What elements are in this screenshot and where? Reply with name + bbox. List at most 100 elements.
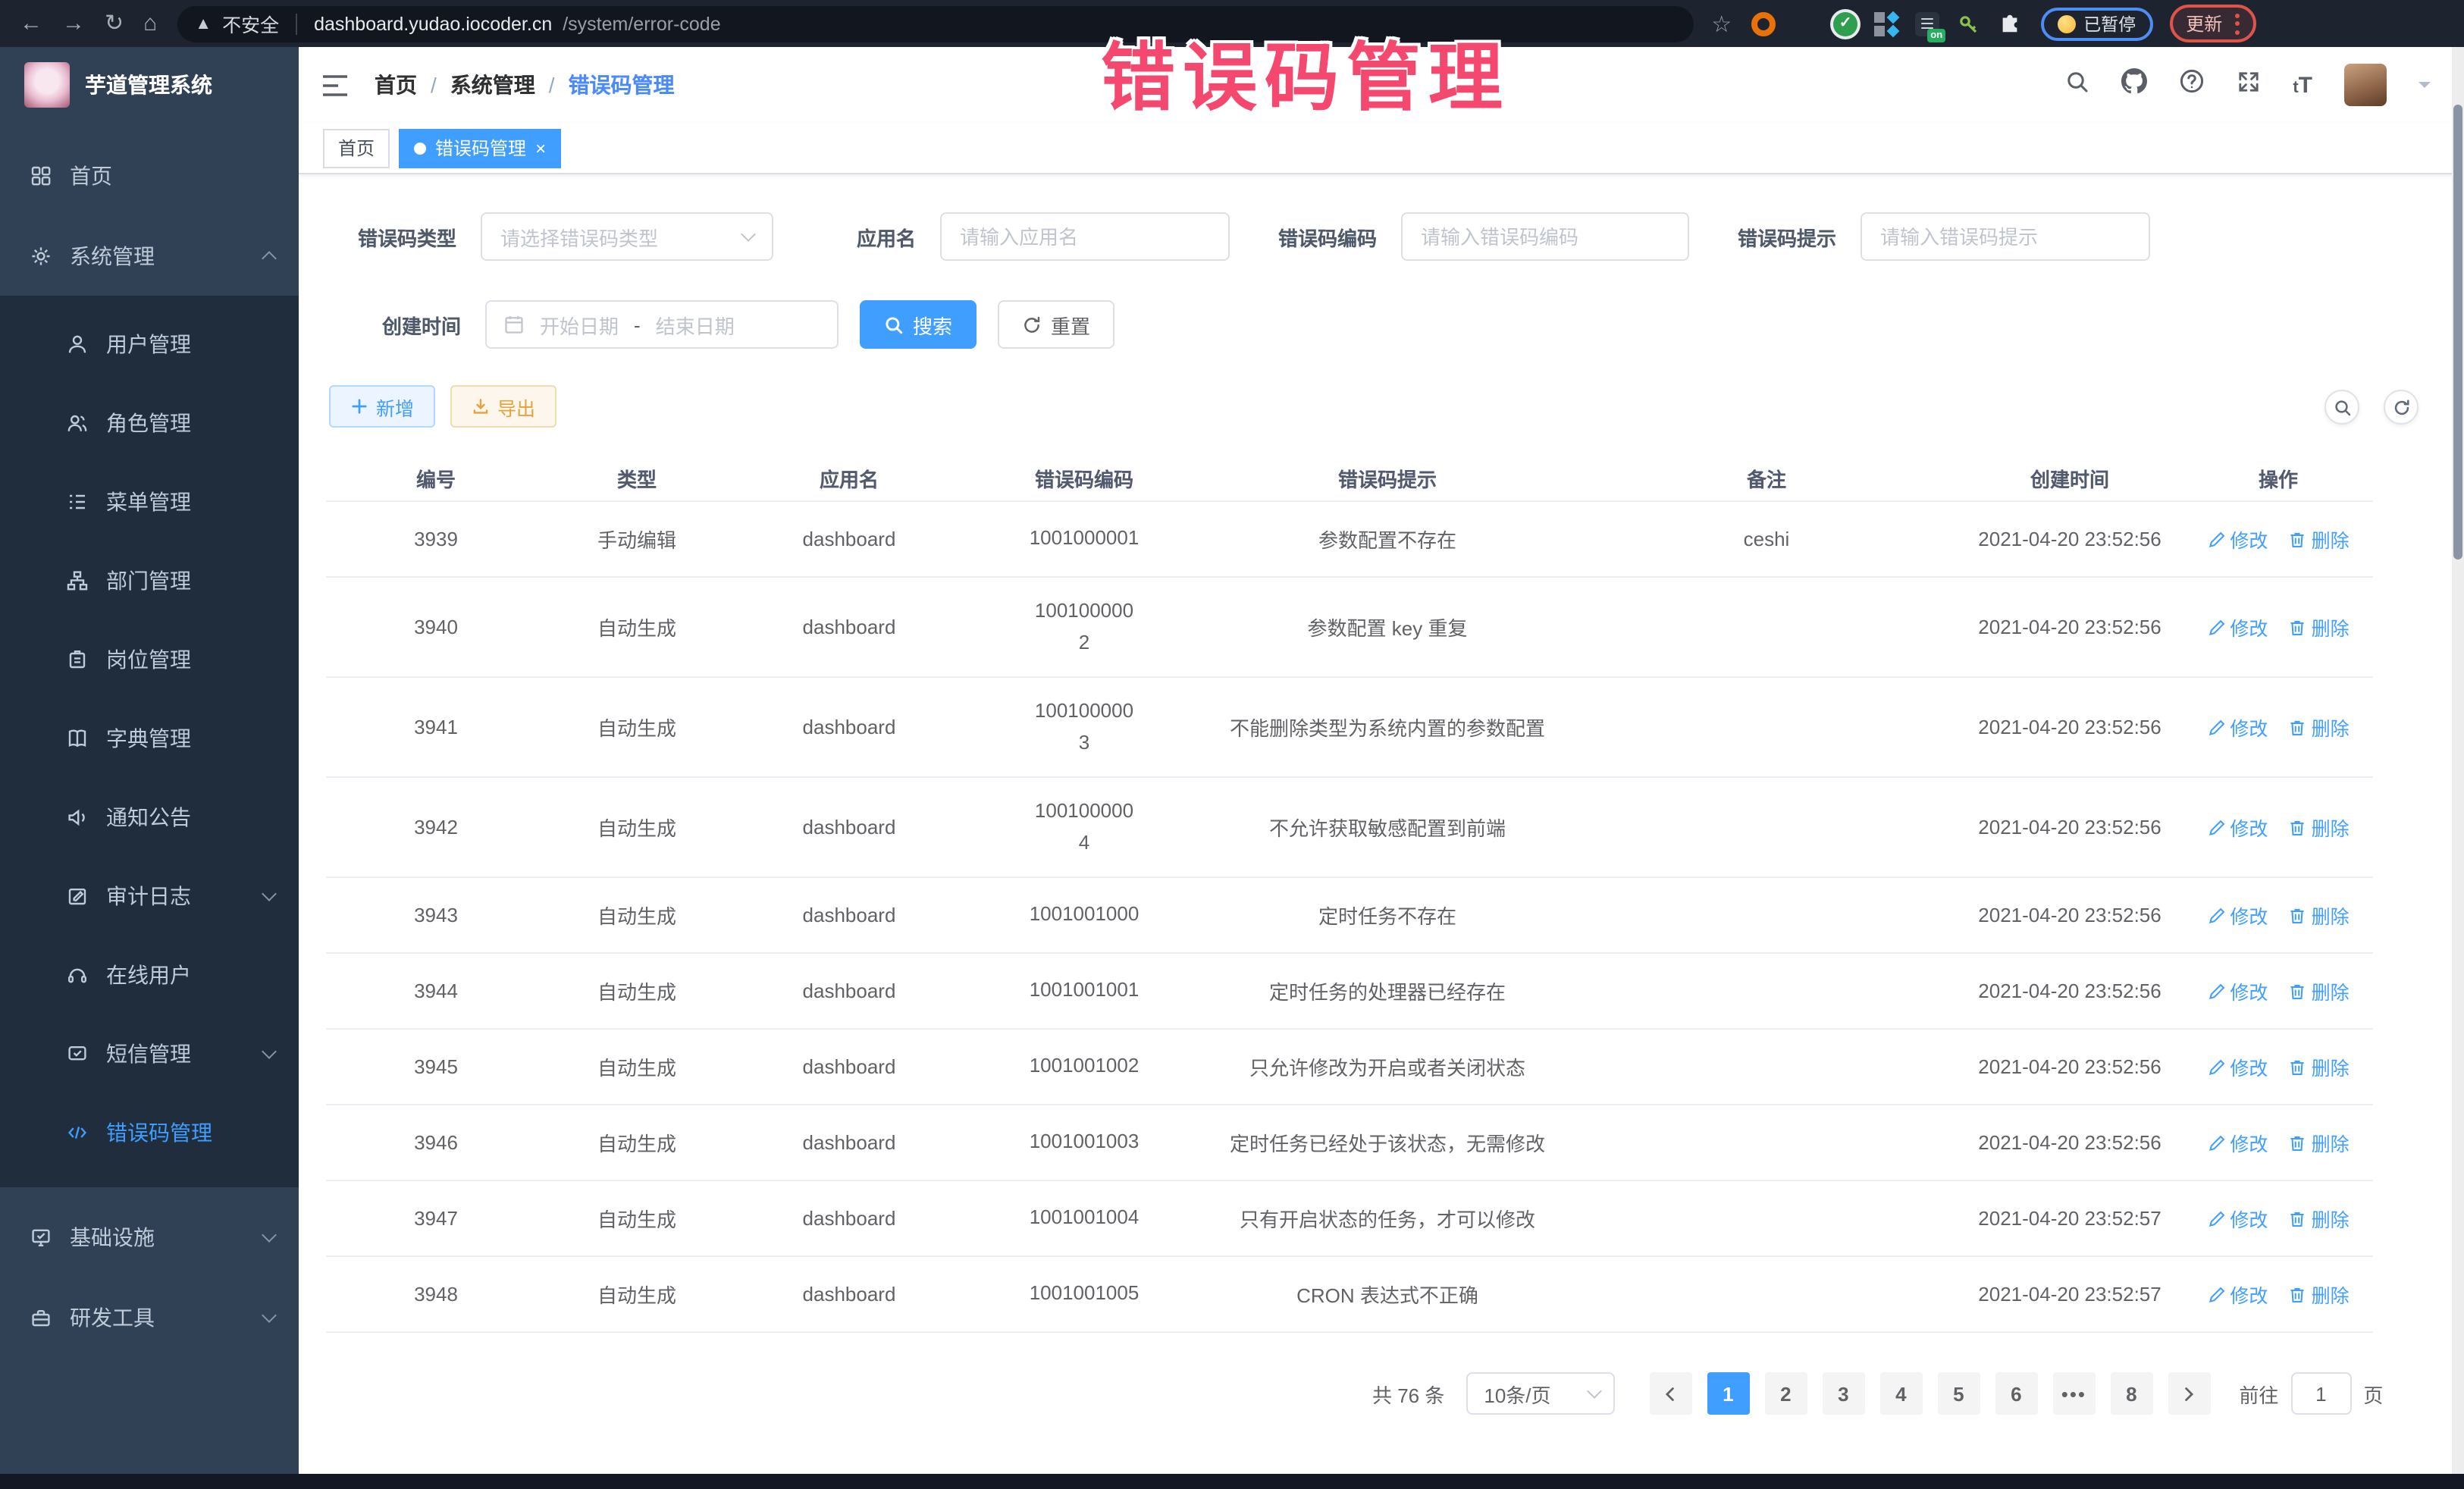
scrollbar-thumb[interactable] — [2453, 105, 2462, 560]
fullscreen-icon[interactable] — [2237, 69, 2261, 101]
sidebar-item-departments[interactable]: 部门管理 — [0, 541, 299, 620]
browser-update-button[interactable]: 更新 — [2169, 5, 2256, 42]
breadcrumb-system[interactable]: 系统管理 — [450, 70, 535, 100]
page-number-button[interactable]: ••• — [2052, 1372, 2095, 1415]
page-number-button[interactable]: 8 — [2110, 1372, 2152, 1415]
sidebar-item-online-users[interactable]: 在线用户 — [0, 936, 299, 1014]
edit-link[interactable]: 修改 — [2207, 901, 2268, 929]
sidebar-item-roles[interactable]: 角色管理 — [0, 384, 299, 462]
date-range-picker[interactable]: 开始日期 - 结束日期 — [485, 300, 839, 349]
close-icon[interactable]: × — [535, 139, 546, 157]
prev-page-button[interactable] — [1649, 1372, 1691, 1415]
page-number-button[interactable]: 3 — [1822, 1372, 1864, 1415]
page-size-select[interactable]: 10条/页 — [1466, 1372, 1614, 1415]
edit-link[interactable]: 修改 — [2207, 1052, 2268, 1081]
edit-link[interactable]: 修改 — [2207, 813, 2268, 842]
cell-code: 1001001004 — [970, 1203, 1198, 1234]
extension-list-icon[interactable]: on — [1915, 11, 1939, 36]
refresh-table-button[interactable] — [2384, 390, 2419, 425]
sidebar-item-error-code[interactable]: 错误码管理 — [0, 1093, 299, 1172]
font-size-icon[interactable]: tT — [2293, 72, 2312, 98]
page-number-button[interactable]: 2 — [1764, 1372, 1807, 1415]
browser-menu-dots-icon[interactable] — [2234, 13, 2239, 34]
sidebar-item-dictionary[interactable]: 字典管理 — [0, 699, 299, 778]
next-page-button[interactable] — [2168, 1372, 2210, 1415]
table-row: 3946 自动生成 dashboard 1001001003 定时任务已经处于该… — [326, 1105, 2373, 1181]
browser-forward-icon[interactable]: → — [62, 12, 85, 35]
sidebar-item-infrastructure[interactable]: 基础设施 — [0, 1196, 299, 1277]
sidebar-item-system[interactable]: 系统管理 — [0, 215, 299, 296]
app-logo-row[interactable]: 芋道管理系统 — [0, 47, 299, 123]
edit-link[interactable]: 修改 — [2207, 976, 2268, 1005]
paused-extension-pill[interactable]: 已暂停 — [2041, 7, 2152, 40]
browser-reload-icon[interactable]: ↻ — [105, 12, 124, 35]
export-button[interactable]: 导出 — [450, 385, 556, 428]
sidebar-item-menus[interactable]: 菜单管理 — [0, 462, 299, 541]
page-number-button[interactable]: 6 — [1995, 1372, 2037, 1415]
edit-link[interactable]: 修改 — [2207, 1280, 2268, 1309]
breadcrumb: 首页 / 系统管理 / 错误码管理 — [375, 70, 675, 100]
edit-link[interactable]: 修改 — [2207, 613, 2268, 641]
sidebar-item-announcements[interactable]: 通知公告 — [0, 778, 299, 857]
sidebar-item-sms[interactable]: 短信管理 — [0, 1014, 299, 1093]
cell-hint: 定时任务的处理器已经存在 — [1198, 976, 1577, 1005]
search-icon[interactable] — [2065, 69, 2089, 101]
extension-key-icon[interactable] — [1956, 11, 1980, 36]
extension-gem-icon[interactable] — [1792, 11, 1817, 36]
extension-orange-icon[interactable] — [1751, 11, 1776, 36]
error-type-select[interactable]: 请选择错误码类型 — [481, 212, 773, 261]
edit-link[interactable]: 修改 — [2207, 1128, 2268, 1157]
address-bar[interactable]: ▲ 不安全 dashboard.yudao.iocoder.cn/system/… — [177, 5, 1693, 42]
delete-link[interactable]: 删除 — [2289, 1128, 2350, 1157]
breadcrumb-home[interactable]: 首页 — [375, 70, 417, 100]
edit-link[interactable]: 修改 — [2207, 1204, 2268, 1233]
table-tools — [2324, 390, 2419, 425]
tag-error-code[interactable]: 错误码管理 × — [399, 128, 561, 168]
error-hint-input[interactable] — [1861, 212, 2150, 261]
sidebar-item-home[interactable]: 首页 — [0, 135, 299, 215]
delete-link[interactable]: 删除 — [2289, 976, 2350, 1005]
page-number-button[interactable]: 4 — [1879, 1372, 1922, 1415]
badge-icon — [67, 649, 88, 670]
page-number-button[interactable]: 5 — [1937, 1372, 1980, 1415]
app-name-input[interactable] — [940, 212, 1230, 261]
delete-link[interactable]: 删除 — [2289, 1204, 2350, 1233]
github-icon[interactable] — [2121, 68, 2147, 102]
delete-link[interactable]: 删除 — [2289, 813, 2350, 842]
sidebar-item-posts[interactable]: 岗位管理 — [0, 620, 299, 699]
sidebar-item-audit-log[interactable]: 审计日志 — [0, 857, 299, 936]
error-code-input[interactable] — [1401, 212, 1689, 261]
edit-pencil-icon — [2207, 1285, 2225, 1303]
browser-home-icon[interactable]: ⌂ — [143, 12, 157, 35]
add-button[interactable]: 新增 — [329, 385, 435, 428]
cell-code: 1001001001 — [970, 976, 1198, 1006]
delete-link[interactable]: 删除 — [2289, 525, 2350, 553]
extension-squares-icon[interactable] — [1874, 11, 1898, 36]
help-icon[interactable] — [2179, 68, 2205, 102]
browser-back-icon[interactable]: ← — [20, 12, 42, 35]
hamburger-icon[interactable] — [321, 74, 349, 96]
browser-scrollbar[interactable] — [2452, 47, 2464, 1474]
avatar[interactable] — [2344, 64, 2387, 106]
tag-home[interactable]: 首页 — [323, 128, 390, 168]
sidebar-item-devtools[interactable]: 研发工具 — [0, 1277, 299, 1357]
bookmark-star-icon[interactable]: ☆ — [1711, 10, 1732, 37]
cell-code: 100100000 3 — [970, 697, 1198, 758]
trash-icon — [2289, 906, 2307, 924]
page-number-button[interactable]: 1 — [1707, 1372, 1749, 1415]
edit-link[interactable]: 修改 — [2207, 713, 2268, 741]
delete-link[interactable]: 删除 — [2289, 1280, 2350, 1309]
extension-green-check-icon[interactable]: ✓ — [1833, 11, 1857, 36]
delete-link[interactable]: 删除 — [2289, 901, 2350, 929]
toggle-search-button[interactable] — [2324, 390, 2359, 425]
edit-link[interactable]: 修改 — [2207, 525, 2268, 553]
extension-puzzle-icon[interactable] — [1997, 11, 2021, 36]
delete-link[interactable]: 删除 — [2289, 613, 2350, 641]
delete-link[interactable]: 删除 — [2289, 1052, 2350, 1081]
goto-page-input[interactable] — [2290, 1372, 2351, 1415]
delete-link[interactable]: 删除 — [2289, 713, 2350, 741]
search-button[interactable]: 搜索 — [860, 300, 977, 349]
sidebar-item-users[interactable]: 用户管理 — [0, 305, 299, 384]
reset-button[interactable]: 重置 — [998, 300, 1114, 349]
avatar-dropdown-caret-icon[interactable] — [2419, 82, 2431, 94]
